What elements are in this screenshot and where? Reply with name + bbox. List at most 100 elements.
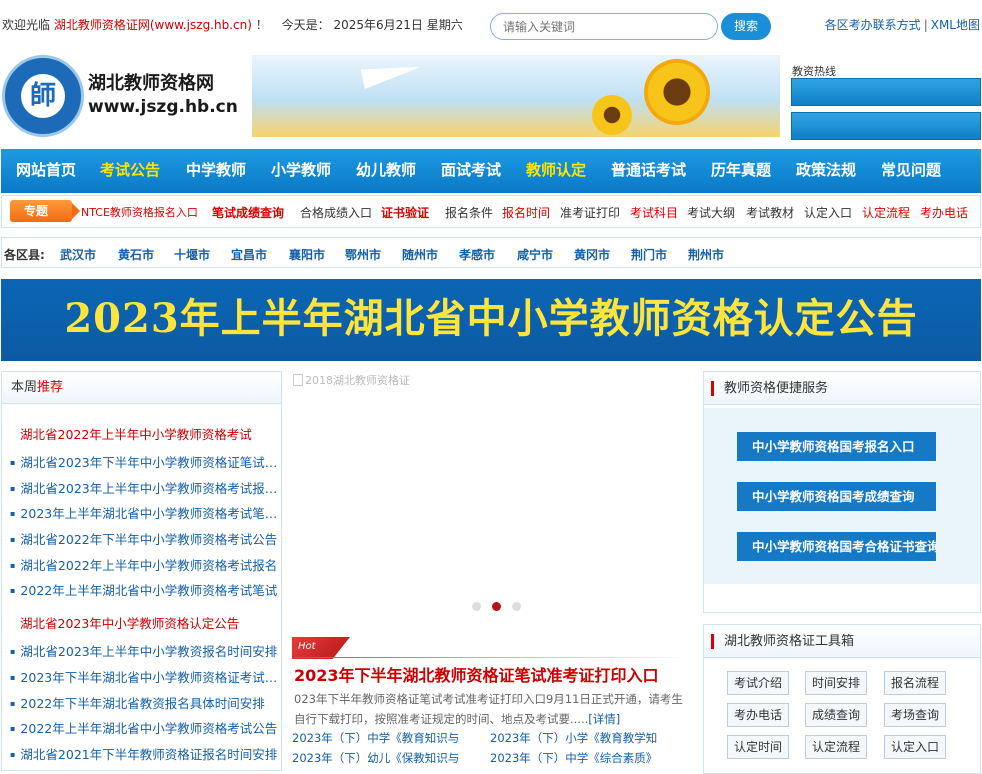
link-separator: | bbox=[923, 18, 928, 32]
sub-news-link[interactable]: 2023年（下）幼儿《保教知识与 bbox=[292, 750, 459, 766]
area-link[interactable]: 宜昌市 bbox=[231, 246, 267, 263]
service-button[interactable]: 中小学教师资格国考成绩查询 bbox=[737, 482, 936, 511]
weekly-section-heading[interactable]: 湖北省2022年上半年中小学教师资格考试 bbox=[20, 424, 288, 443]
special-topic-link[interactable]: 报名条件 bbox=[445, 204, 493, 221]
sub-news-link[interactable]: 2023年（下）小学《教育教学知 bbox=[490, 730, 657, 746]
paper-plane-icon bbox=[360, 56, 424, 90]
nav-item[interactable]: 网站首页 bbox=[16, 149, 76, 193]
special-topic-link[interactable]: 笔试成绩查询 bbox=[212, 204, 284, 221]
service-button[interactable]: 中小学教师资格国考报名入口 bbox=[737, 432, 936, 461]
nav-item[interactable]: 历年真题 bbox=[711, 149, 771, 193]
special-topic-link[interactable]: 证书验证 bbox=[381, 204, 429, 221]
slider-image-placeholder: 2018湖北教师资格证 bbox=[293, 372, 410, 388]
sub-news-link[interactable]: 2023年（下）中学《综合素质》 bbox=[490, 750, 657, 766]
special-topic-link[interactable]: 认定入口 bbox=[804, 204, 852, 221]
contact-link[interactable]: 各区考办联系方式 bbox=[825, 18, 921, 32]
services-list: 中小学教师资格国考报名入口 中小学教师资格国考成绩查询 中小学教师资格国考合格证书查… bbox=[704, 408, 980, 584]
headline-link[interactable]: 2023年下半年湖北教师资格证笔试准考证打印入口 bbox=[294, 662, 659, 686]
weekly-list-item[interactable]: 湖北省2022年上半年中小学教师资格考试报名 bbox=[10, 555, 278, 574]
area-link[interactable]: 鄂州市 bbox=[345, 246, 381, 263]
special-tag: 专题 bbox=[10, 200, 80, 222]
slider-alt-text: 2018湖北教师资格证 bbox=[305, 374, 410, 387]
nav-item[interactable]: 教师认定 bbox=[526, 149, 586, 193]
main-nav: 网站首页 考试公告 中学教师 小学教师 幼儿教师 面试考试 教师认定 普通话考试 历年真题 政策法… bbox=[1, 149, 981, 193]
weekly-list-item[interactable]: 2022年上半年湖北省中小学教师资格考试笔试 bbox=[10, 580, 278, 599]
weekly-section-heading[interactable]: 湖北省2023年中小学教师资格认定公告 bbox=[20, 613, 288, 632]
image-slider[interactable]: 2018湖北教师资格证 bbox=[291, 371, 693, 621]
search-input[interactable] bbox=[490, 13, 718, 40]
weekly-list-item[interactable]: 2022年下半年湖北省教资报名具体时间安排 bbox=[10, 693, 278, 712]
nav-item[interactable]: 面试考试 bbox=[441, 149, 501, 193]
sub-news-link[interactable]: 2023年（下）中学《教育知识与 bbox=[292, 730, 459, 746]
xml-map-link[interactable]: XML地图 bbox=[931, 18, 980, 32]
weekly-list-item[interactable]: 2022年上半年湖北省中小学教师资格考试公告 bbox=[10, 718, 278, 737]
area-link[interactable]: 荆州市 bbox=[688, 246, 724, 263]
nav-item[interactable]: 政策法规 bbox=[796, 149, 856, 193]
nav-item[interactable]: 普通话考试 bbox=[611, 149, 686, 193]
slider-dot[interactable] bbox=[492, 602, 501, 611]
nav-item[interactable]: 考试公告 bbox=[100, 149, 160, 193]
tool-button[interactable]: 认定入口 bbox=[884, 735, 946, 759]
tool-button[interactable]: 报名流程 bbox=[884, 671, 946, 695]
area-link[interactable]: 孝感市 bbox=[459, 246, 495, 263]
announcement-banner[interactable]: 2023年上半年湖北省中小学教师资格认定公告 bbox=[1, 279, 981, 361]
special-topic-link[interactable]: 报名时间 bbox=[502, 204, 550, 221]
weekly-title-highlight: 推荐 bbox=[37, 380, 64, 395]
site-logo[interactable]: 師 湖北教师资格网 www.jszg.hb.cn bbox=[2, 55, 238, 137]
welcome-prefix: 欢迎光临 bbox=[2, 18, 51, 32]
special-topic-link[interactable]: 考办电话 bbox=[920, 204, 968, 221]
area-links-bar: 各区县: 武汉市 黄石市 十堰市 宜昌市 襄阳市 鄂州市 随州市 孝感市 咸宁市 黄冈市 荆门市 荆州… bbox=[1, 237, 981, 268]
hotline-box-2[interactable] bbox=[791, 112, 981, 140]
area-link[interactable]: 襄阳市 bbox=[289, 246, 325, 263]
weekly-list-item[interactable]: 湖北省2023年上半年中小学教资报名时间安排 bbox=[10, 641, 278, 660]
weekly-list-item[interactable]: 2023年上半年湖北省中小学教师资格考试笔试成绩查询 bbox=[10, 503, 278, 522]
weekly-list-item[interactable]: 湖北省2023年下半年中小学教师资格证笔试准考证打印入口 bbox=[10, 452, 278, 471]
special-topics-bar: 专题 NTCE教师资格报名入口 笔试成绩查询 合格成绩入口 证书验证 报名条件 报名时间准… bbox=[1, 195, 981, 228]
nav-item[interactable]: 中学教师 bbox=[186, 149, 246, 193]
services-panel: 教师资格便捷服务 中小学教师资格国考报名入口 中小学教师资格国考成绩查询 中小学教师… bbox=[703, 371, 981, 613]
sunflower-icon bbox=[644, 59, 710, 125]
area-link[interactable]: 荆门市 bbox=[631, 246, 667, 263]
tool-button[interactable]: 认定流程 bbox=[805, 735, 867, 759]
weekly-list-item[interactable]: 湖北省2021年下半年教师资格证报名时间安排 bbox=[10, 744, 278, 763]
logo-glyph: 師 bbox=[21, 74, 65, 118]
nav-item[interactable]: 常见问题 bbox=[881, 149, 941, 193]
hotline-box-1[interactable] bbox=[791, 78, 981, 106]
area-link[interactable]: 黄石市 bbox=[118, 246, 154, 263]
area-link[interactable]: 黄冈市 bbox=[574, 246, 610, 263]
nav-item[interactable]: 幼儿教师 bbox=[356, 149, 416, 193]
special-topic-link[interactable]: 考试大纲 bbox=[687, 204, 735, 221]
tool-button[interactable]: 成绩查询 bbox=[805, 703, 867, 727]
details-link[interactable]: [详情] bbox=[588, 712, 620, 726]
area-link[interactable]: 咸宁市 bbox=[517, 246, 553, 263]
special-topic-link[interactable]: 认定流程 bbox=[862, 204, 910, 221]
special-topic-link[interactable]: 合格成绩入口 bbox=[300, 204, 372, 221]
logo-emblem-icon: 師 bbox=[2, 55, 84, 137]
service-button[interactable]: 中小学教师资格国考合格证书查询 bbox=[737, 532, 936, 561]
special-topic-link[interactable]: 考试教材 bbox=[746, 204, 794, 221]
tool-button[interactable]: 考场查询 bbox=[884, 703, 946, 727]
nav-item[interactable]: 小学教师 bbox=[271, 149, 331, 193]
weekly-list-item[interactable]: 2023年下半年湖北省中小学教师资格证考试公告 bbox=[10, 667, 278, 686]
broken-image-icon bbox=[293, 374, 303, 386]
today-label: 今天是： bbox=[281, 18, 330, 32]
logo-name: 湖北教师资格网 bbox=[88, 73, 214, 94]
tool-button[interactable]: 认定时间 bbox=[727, 735, 789, 759]
tool-button[interactable]: 考试介绍 bbox=[727, 671, 789, 695]
services-title: 教师资格便捷服务 bbox=[704, 372, 980, 405]
weekly-list-item[interactable]: 湖北省2022年下半年中小学教师资格考试公告 bbox=[10, 529, 278, 548]
slider-dot[interactable] bbox=[472, 602, 481, 611]
special-topic-link[interactable]: 准考证打印 bbox=[560, 204, 620, 221]
special-topic-link[interactable]: NTCE教师资格报名入口 bbox=[81, 204, 198, 220]
areas-label: 各区县: bbox=[4, 248, 45, 262]
tool-button[interactable]: 考办电话 bbox=[727, 703, 789, 727]
special-topic-link[interactable]: 考试科目 bbox=[630, 204, 678, 221]
search-button[interactable]: 搜索 bbox=[721, 13, 771, 40]
site-name-link[interactable]: 湖北教师资格证网(www.jszg.hb.cn) bbox=[54, 18, 252, 32]
area-link[interactable]: 随州市 bbox=[402, 246, 438, 263]
area-link[interactable]: 十堰市 bbox=[174, 246, 210, 263]
slider-dot[interactable] bbox=[512, 602, 521, 611]
weekly-list-item[interactable]: 湖北省2023年上半年中小学教师资格考试报名时间 bbox=[10, 478, 278, 497]
area-link[interactable]: 武汉市 bbox=[60, 246, 96, 263]
tool-button[interactable]: 时间安排 bbox=[805, 671, 867, 695]
